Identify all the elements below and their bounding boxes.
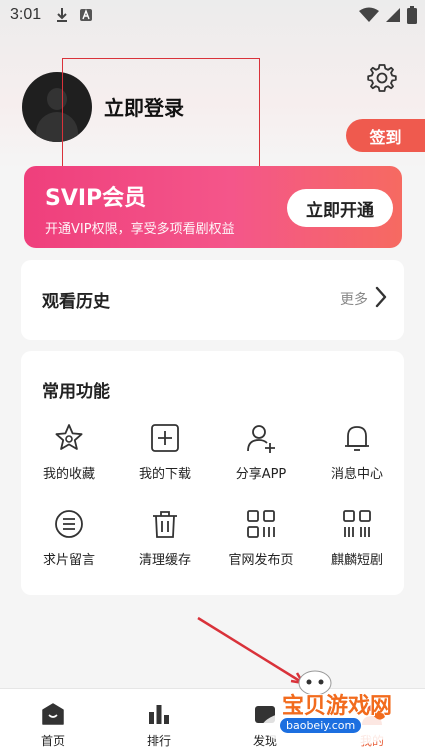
function-downloads[interactable]: 我的下载 [117, 421, 213, 482]
status-bar: 3:01 [0, 0, 425, 30]
function-label: 我的下载 [138, 467, 191, 482]
function-label: 求片留言 [42, 553, 95, 568]
battery-icon [407, 6, 417, 24]
nav-label: 首页 [40, 734, 65, 748]
apps-icon [343, 510, 371, 537]
function-messages[interactable]: 消息中心 [309, 421, 405, 482]
common-functions-card: 常用功能 我的收藏 我的下载 分享APP 消息中心 求片留言 清理缓存 官网发布… [21, 351, 404, 595]
watermark-text: 宝贝游戏网 [282, 694, 393, 719]
nav-label: 排行 [146, 734, 171, 748]
function-share-app[interactable]: 分享APP [213, 421, 309, 482]
star-icon [55, 424, 83, 450]
functions-title: 常用功能 [42, 382, 110, 402]
function-kylin-drama[interactable]: 麒麟短剧 [309, 507, 405, 568]
svip-description: 开通VIP权限，享受多项看剧权益 [45, 222, 235, 237]
home-icon [42, 703, 64, 725]
chart-icon [149, 705, 169, 724]
trash-icon [153, 511, 177, 538]
watermark-url: baobeiy.com [280, 718, 362, 733]
history-more-link[interactable]: 更多 [340, 289, 368, 309]
history-title: 观看历史 [42, 292, 110, 312]
gear-icon[interactable] [366, 62, 398, 94]
bell-icon [345, 426, 369, 451]
signal-icon [386, 8, 400, 22]
nav-ranking[interactable]: 排行 [129, 701, 189, 749]
wifi-icon [359, 7, 379, 22]
checkin-button[interactable]: 签到 [346, 119, 425, 152]
svip-banner[interactable]: SVIP会员 开通VIP权限，享受多项看剧权益 立即开通 [24, 166, 402, 248]
function-label: 官网发布页 [228, 553, 294, 568]
function-label: 我的收藏 [42, 467, 95, 482]
watch-history-card[interactable]: 观看历史 更多 [21, 260, 404, 340]
open-vip-button[interactable]: 立即开通 [287, 189, 393, 227]
function-clear-cache[interactable]: 清理缓存 [117, 507, 213, 568]
function-official-site[interactable]: 官网发布页 [213, 507, 309, 568]
function-label: 分享APP [235, 467, 287, 482]
chevron-right-icon[interactable] [374, 286, 388, 308]
download-status-icon [57, 8, 68, 22]
function-request-message[interactable]: 求片留言 [21, 507, 117, 568]
function-label: 消息中心 [330, 467, 383, 482]
function-favorites[interactable]: 我的收藏 [21, 421, 117, 482]
svip-title: SVIP会员 [45, 186, 147, 211]
nav-home[interactable]: 首页 [23, 701, 83, 749]
download-box-icon [151, 424, 179, 452]
function-label: 清理缓存 [138, 553, 191, 568]
grid-icon [247, 510, 275, 538]
status-time: 3:01 [10, 6, 42, 23]
function-label: 麒麟短剧 [330, 553, 383, 568]
list-circle-icon [55, 510, 83, 538]
add-user-icon [247, 425, 275, 453]
app-status-icon [80, 9, 93, 21]
